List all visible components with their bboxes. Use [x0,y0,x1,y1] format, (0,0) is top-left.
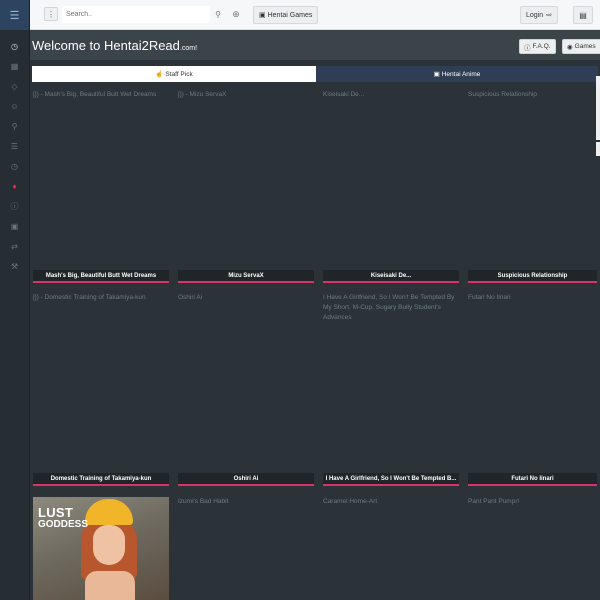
ad-art-body [85,571,135,600]
sign-in-icon: ⇨ [546,12,553,19]
tab-staff-pick-label: Staff Pick [165,70,193,78]
card-caption[interactable]: Domestic Training of Takamiya-kun [33,473,169,486]
cover-image[interactable]: Izumi's Bad Habit [178,497,314,507]
video-icon: ▣ [433,71,440,78]
tag-hot-icon[interactable]: ♦ [0,176,29,196]
tab-staff-pick[interactable]: ☝ Staff Pick [32,66,316,82]
wrench-icon[interactable]: ⚒ [0,256,29,276]
games-button[interactable]: ◉ Games [562,39,600,54]
clock-icon[interactable]: ◷ [0,156,29,176]
login-button[interactable]: Login ⇨ [520,6,559,24]
ad-title: LUST [38,505,74,520]
top-bar: ⋮ ⚲ ⊕ ▣ Hentai Games Login ⇨ ▤ [30,0,600,30]
lust-goddess-ad[interactable]: LUST GODDESS [33,497,169,600]
list-icon[interactable]: ☰ [0,136,29,156]
logo-icon[interactable]: ☰ [0,0,29,30]
welcome-bar: Welcome to Hentai2Read.com! ⓘ F.A.Q. ◉ G… [30,30,600,60]
tab-hentai-anime[interactable]: ▣ Hentai Anime [316,66,598,82]
title-text: Welcome to Hentai2Read [32,38,180,53]
cover-image[interactable]: []) - Domestic Training of Takamiya-kun [33,293,169,471]
card-caption[interactable]: Mash's Big, Beautiful Butt Wet Dreams [33,270,169,283]
cover-image[interactable]: I Have A Girlfriend, So I Won't Be Tempt… [323,293,459,471]
gift-icon[interactable]: ▣ [0,216,29,236]
question-icon: ⓘ [524,44,531,52]
faq-label: F.A.Q. [532,43,551,50]
card-caption[interactable]: Mizu ServaX [178,270,314,283]
thumbs-up-icon: ☝ [155,71,164,78]
sidebar: ☰ ◷ ▦ ◇ ☺ ⚲ ☰ ◷ ♦ ⓘ ▣ ⇄ ⚒ [0,0,30,600]
gamepad-icon: ◉ [567,43,573,51]
card-caption[interactable]: Oshiri Ai [178,473,314,486]
tab-hentai-anime-label: Hentai Anime [441,70,481,78]
cover-image[interactable]: Pant Pant Pumpr! [468,497,597,507]
crosshair-icon[interactable]: ⊕ [230,8,242,20]
user-icon[interactable]: ☺ [0,96,29,116]
card-caption[interactable]: Suspicious Relationship [468,270,597,283]
ad-art-helmet [85,499,133,525]
title-domain: .com! [179,45,198,52]
search-icon[interactable]: ⚲ [0,116,29,136]
ad-art-face [93,525,125,565]
content-tabs: ☝ Staff Pick ▣ Hentai Anime [32,66,598,82]
grid-icon[interactable]: ▦ [0,56,29,76]
card-caption[interactable]: I Have A Girlfriend, So I Won't Be Tempt… [323,473,459,486]
search-input[interactable] [62,6,210,23]
games-label: Games [574,43,596,50]
tag-icon[interactable]: ◇ [0,76,29,96]
card-caption[interactable]: Futari No Iinari [468,473,597,486]
page-title: Welcome to Hentai2Read.com! [32,38,197,53]
hentai-games-label: Hentai Games [267,11,313,19]
exchange-icon[interactable]: ⇄ [0,236,29,256]
cover-image[interactable]: Suspicious Relationship [468,90,597,268]
cover-image[interactable]: Oshiri Ai [178,293,314,471]
cover-image[interactable]: Kiseisaki De... [323,90,459,268]
card-caption[interactable]: Kiseisaki De... [323,270,459,283]
gift-icon: ▣ [259,12,266,19]
more-menu-button[interactable]: ⋮ [44,7,58,21]
hentai-games-button[interactable]: ▣ Hentai Games [253,6,319,24]
login-label: Login [526,11,544,19]
right-menu-button[interactable]: ▤ [573,6,593,24]
history-icon[interactable]: ◷ [0,36,29,56]
cover-image[interactable]: []) - Mash's Big, Beautiful Butt Wet Dre… [33,90,169,268]
cover-image[interactable]: Caramel Home-Art [323,497,459,507]
cover-image[interactable]: []) - Mizu ServaX [178,90,314,268]
cover-image[interactable]: Futari No Iinari [468,293,597,471]
faq-button[interactable]: ⓘ F.A.Q. [519,39,556,54]
search-icon[interactable]: ⚲ [212,8,224,20]
info-icon[interactable]: ⓘ [0,196,29,216]
ad-subtitle: GODDESS [38,519,89,530]
